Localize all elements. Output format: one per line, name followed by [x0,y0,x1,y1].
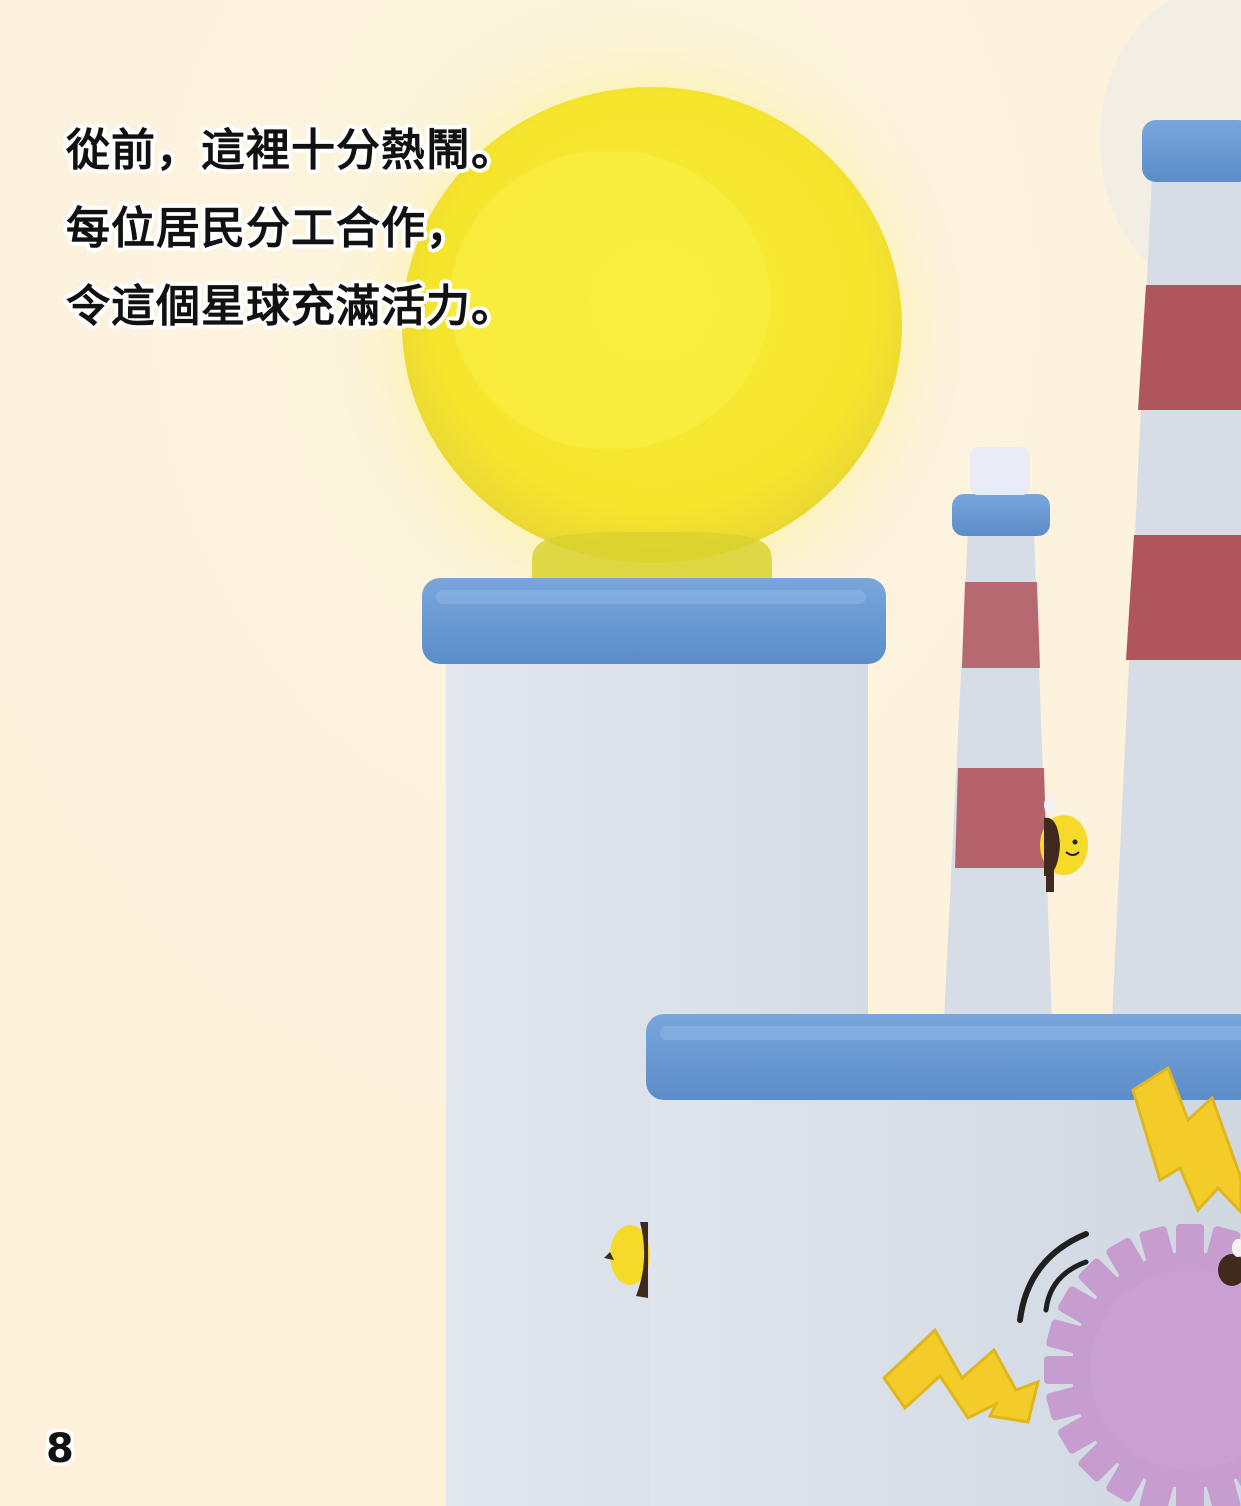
chimney-small-top [970,447,1030,495]
page-number: 8 [46,1426,74,1472]
story-text: 從前，這裡十分熱鬧。 每位居民分工合作， 令這個星球充滿活力。 [66,112,516,346]
story-line-2: 每位居民分工合作， [66,203,471,254]
story-line-1: 從前，這裡十分熱鬧。 [66,125,516,176]
chimney-large-cap [1142,120,1241,182]
story-line-3: 令這個星球充滿活力。 [66,281,516,332]
chimney-small-cap [952,494,1050,536]
chimney-small [944,447,1052,1020]
